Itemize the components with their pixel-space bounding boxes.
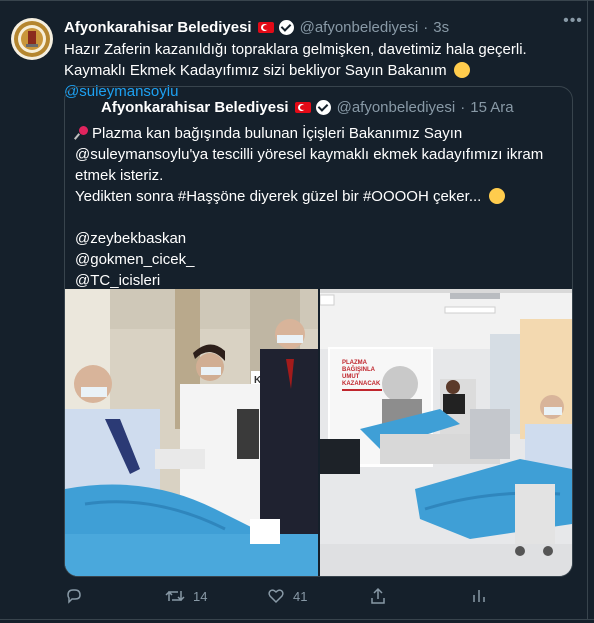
photo-right-image: PLAZMA BAĞIŞINLA UMUT KAZANACAK <box>320 289 572 576</box>
retweet-icon <box>165 590 185 602</box>
verified-icon <box>278 19 294 35</box>
like-button[interactable]: 41 <box>267 584 307 608</box>
photo-left-image: KI <box>65 289 318 576</box>
bottom-divider <box>0 619 594 620</box>
separator: · <box>423 18 429 36</box>
quoted-text-line: etmek isteriz. <box>75 167 164 184</box>
quoted-text-segment: Yedikten sonra #Haşşöne diyerek güzel bi… <box>75 188 482 205</box>
verified-icon <box>315 99 331 115</box>
avatar[interactable] <box>11 18 53 60</box>
author-name[interactable]: Afyonkarahisar Belediyesi <box>64 19 252 36</box>
share-button[interactable] <box>369 584 387 608</box>
quoted-text-line: @suleymansoylu'ya tescilli yöresel kayma… <box>75 146 544 163</box>
quoted-tweet[interactable]: Afyonkarahisar Belediyesi @afyonbelediye… <box>64 86 573 577</box>
municipality-logo-icon <box>14 21 50 57</box>
reply-button[interactable] <box>65 584 83 608</box>
flag-tr-icon <box>257 21 274 33</box>
share-icon <box>371 587 385 604</box>
analytics-button[interactable] <box>470 584 488 608</box>
quoted-text-line: Plazma kan bağışında bulunan İçişleri Ba… <box>75 123 555 144</box>
poster-line: KAZANACAK <box>342 381 381 387</box>
analytics-icon <box>473 590 485 602</box>
quoted-header: Afyonkarahisar Belediyesi @afyonbelediye… <box>101 97 514 117</box>
poster-line: PLAZMA <box>342 360 368 366</box>
retweet-button[interactable]: 14 <box>165 584 207 608</box>
more-icon[interactable]: ••• <box>563 13 583 34</box>
right-divider <box>587 0 588 620</box>
like-icon <box>268 589 284 604</box>
tweet-header: Afyonkarahisar Belediyesi @afyonbelediye… <box>64 17 449 37</box>
poster-line: UMUT <box>342 374 360 380</box>
poster-line: BAĞIŞINLA <box>342 365 376 373</box>
quoted-author-name: Afyonkarahisar Belediyesi <box>101 98 289 116</box>
quoted-timestamp: 15 Ara <box>470 98 514 116</box>
quoted-mention: @zeybekbaskan <box>75 230 187 247</box>
quoted-text-line: Yedikten sonra #Haşşöne diyerek güzel bi… <box>75 186 555 207</box>
reply-icon <box>67 589 81 604</box>
quoted-author-handle: @afyonbelediyesi <box>336 98 456 116</box>
pushpin-icon <box>75 126 89 140</box>
wink-emoji <box>488 188 505 204</box>
timestamp[interactable]: 3s <box>433 19 449 36</box>
tweet-text-segment: Kaymaklı Ekmek Kadayıfımız sizi bekliyor… <box>64 62 447 79</box>
quoted-mention: @TC_icisleri <box>75 272 161 289</box>
quoted-text: Plazma kan bağışında bulunan İçişleri Ba… <box>75 123 555 291</box>
photo-right[interactable]: PLAZMA BAĞIŞINLA UMUT KAZANACAK <box>320 289 572 576</box>
smile-emoji <box>453 62 470 78</box>
like-count: 41 <box>293 588 308 604</box>
separator: · <box>460 98 466 116</box>
retweet-count: 14 <box>193 588 208 604</box>
tweet-actions: 14 41 <box>64 584 584 608</box>
top-divider <box>0 0 594 1</box>
flag-tr-icon <box>294 101 311 113</box>
tweet-text-line: Hazır Zaferin kazanıldığı topraklara gel… <box>64 41 527 58</box>
photo-left[interactable]: KI <box>65 289 318 576</box>
quoted-text-segment: Plazma kan bağışında bulunan İçişleri Ba… <box>92 125 463 142</box>
author-handle[interactable]: @afyonbelediyesi <box>300 19 419 36</box>
quoted-mention: @gokmen_cicek_ <box>75 251 195 268</box>
